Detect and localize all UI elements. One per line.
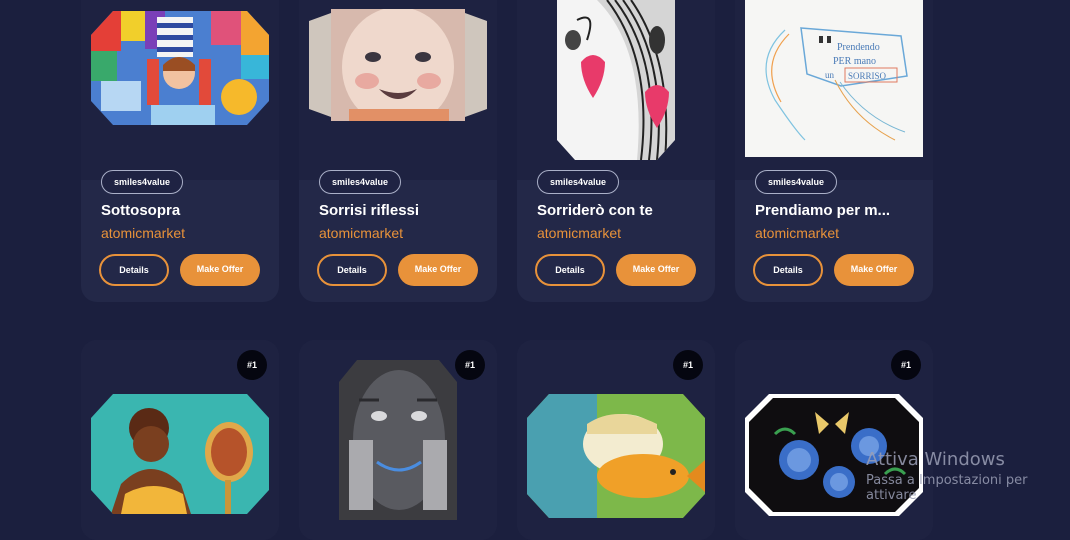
seller-name[interactable]: atomicmarket: [537, 225, 621, 241]
artwork-image: [309, 9, 487, 121]
art-text-prendendo: Prendendo: [837, 42, 880, 53]
nft-card[interactable]: Prendendo PER mano un SORRISO smiles4val…: [735, 0, 933, 302]
art-text-un: un: [825, 70, 835, 80]
details-button[interactable]: Details: [317, 254, 387, 286]
nft-image[interactable]: [517, 0, 715, 180]
make-offer-button[interactable]: Make Offer: [180, 254, 260, 286]
card-title[interactable]: Sorriderò con te: [537, 202, 699, 219]
nft-card[interactable]: #1: [517, 340, 715, 540]
rank-badge: #1: [237, 350, 267, 380]
artwork-image: [91, 394, 269, 514]
make-offer-button[interactable]: Make Offer: [398, 254, 478, 286]
nft-image[interactable]: [299, 0, 497, 180]
details-button[interactable]: Details: [753, 254, 823, 286]
seller-name[interactable]: atomicmarket: [101, 225, 185, 241]
collection-badge[interactable]: smiles4value: [319, 170, 402, 194]
card-title[interactable]: Sorrisi riflessi: [319, 202, 481, 219]
collection-badge[interactable]: smiles4value: [101, 170, 184, 194]
artwork-image: Prendendo PER mano un SORRISO: [745, 0, 923, 157]
artwork-image: [557, 0, 675, 160]
artwork-image: [527, 394, 705, 518]
nft-image[interactable]: Prendendo PER mano un SORRISO: [735, 0, 933, 180]
artwork-image: [91, 11, 269, 125]
details-button[interactable]: Details: [535, 254, 605, 286]
details-button[interactable]: Details: [99, 254, 169, 286]
rank-badge: #1: [673, 350, 703, 380]
nft-card[interactable]: #1: [81, 340, 279, 540]
nft-card[interactable]: smiles4value Sorriderò con te atomicmark…: [517, 0, 715, 302]
card-title[interactable]: Prendiamo per m...: [755, 202, 917, 219]
collection-badge[interactable]: smiles4value: [537, 170, 620, 194]
nft-image[interactable]: [81, 0, 279, 180]
make-offer-button[interactable]: Make Offer: [616, 254, 696, 286]
nft-card[interactable]: #1: [735, 340, 933, 540]
card-title[interactable]: Sottosopra: [101, 202, 263, 219]
nft-card[interactable]: smiles4value Sorrisi riflessi atomicmark…: [299, 0, 497, 302]
artwork-image: [339, 360, 457, 520]
rank-badge: #1: [455, 350, 485, 380]
nft-card[interactable]: smiles4value Sottosopra atomicmarket Det…: [81, 0, 279, 302]
art-text-sorriso: SORRISO: [848, 71, 887, 81]
art-text-per-mano: PER mano: [833, 56, 876, 67]
rank-badge: #1: [891, 350, 921, 380]
windows-activation-subtext: Passa a Impostazioni per attivare: [866, 473, 1028, 503]
windows-activation-watermark: Attiva Windows: [866, 449, 1005, 470]
nft-card[interactable]: #1: [299, 340, 497, 540]
make-offer-button[interactable]: Make Offer: [834, 254, 914, 286]
collection-badge[interactable]: smiles4value: [755, 170, 838, 194]
seller-name[interactable]: atomicmarket: [319, 225, 403, 241]
seller-name[interactable]: atomicmarket: [755, 225, 839, 241]
